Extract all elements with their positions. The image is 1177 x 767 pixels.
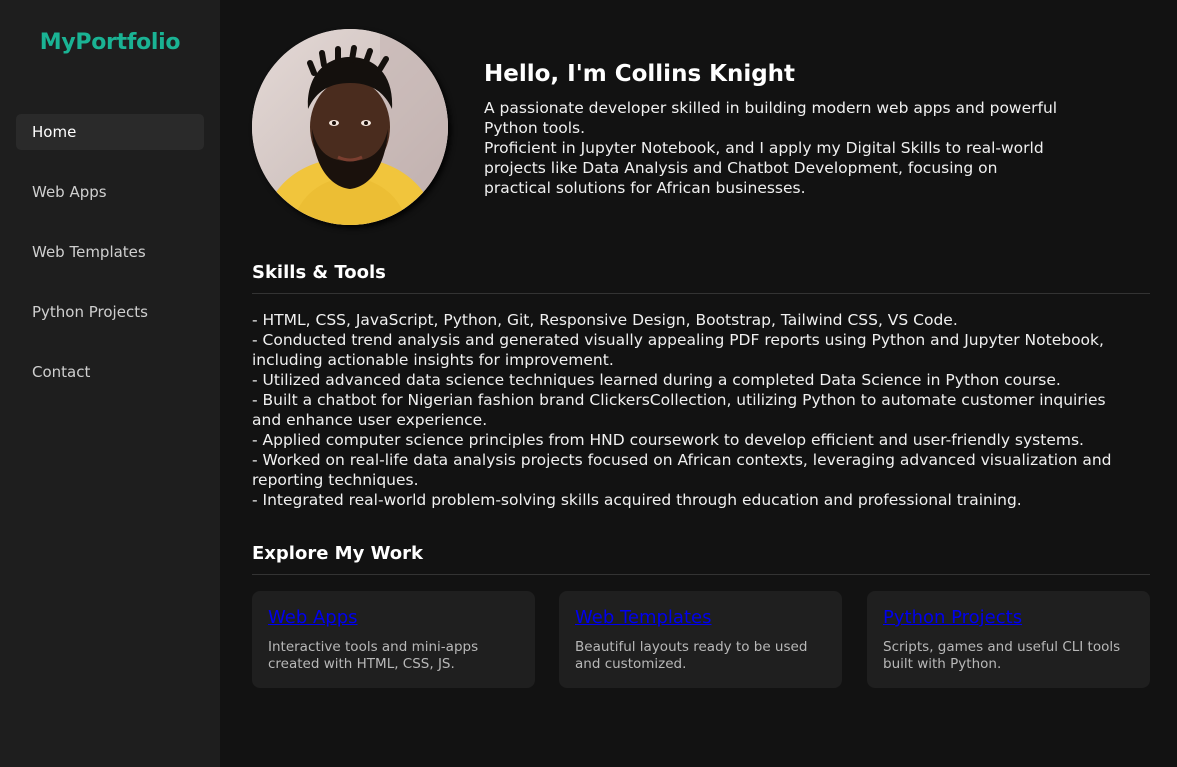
hero-title: Hello, I'm Collins Knight — [484, 61, 796, 87]
work-cards: Web Apps Interactive tools and mini-apps… — [252, 591, 1150, 688]
sidebar: MyPortfolio Home Web Apps Web Templates … — [0, 0, 220, 767]
card-web-templates-desc: Beautiful layouts ready to be used and c… — [575, 639, 808, 672]
card-web-apps[interactable]: Web Apps Interactive tools and mini-apps… — [252, 591, 535, 688]
profile-photo — [252, 29, 448, 225]
card-web-apps-desc: Interactive tools and mini-apps created … — [268, 639, 479, 672]
skill-item: - Integrated real-world problem-solving … — [252, 491, 1022, 509]
sidebar-nav: Home Web Apps Web Templates Python Proje… — [16, 114, 204, 414]
hero-intro-line-2: Proficient in Jupyter Notebook, and I ap… — [484, 139, 1044, 197]
skill-item: - Applied computer science principles fr… — [252, 431, 1084, 449]
hero-intro: A passionate developer skilled in buildi… — [484, 98, 1064, 198]
explore-heading: Explore My Work — [252, 543, 424, 564]
skill-item: - Worked on real-life data analysis proj… — [252, 451, 1112, 489]
main-content: Hello, I'm Collins Knight A passionate d… — [220, 0, 1177, 767]
skills-divider — [252, 293, 1150, 294]
skill-item: - Conducted trend analysis and generated… — [252, 331, 1104, 369]
nav-item-contact[interactable]: Contact — [16, 354, 204, 390]
profile-avatar — [252, 29, 448, 225]
card-web-apps-link[interactable]: Web Apps — [268, 607, 519, 629]
skill-item: - HTML, CSS, JavaScript, Python, Git, Re… — [252, 311, 958, 329]
card-python-projects-desc: Scripts, games and useful CLI tools buil… — [883, 639, 1121, 672]
card-web-templates-link[interactable]: Web Templates — [575, 607, 826, 629]
brand-logo[interactable]: MyPortfolio — [0, 30, 220, 55]
skills-heading: Skills & Tools — [252, 262, 386, 283]
explore-divider — [252, 574, 1150, 575]
card-python-projects[interactable]: Python Projects Scripts, games and usefu… — [867, 591, 1150, 688]
nav-item-web-apps[interactable]: Web Apps — [16, 174, 204, 210]
nav-item-python-projects[interactable]: Python Projects — [16, 294, 204, 330]
nav-item-home[interactable]: Home — [16, 114, 204, 150]
hero-intro-line-1: A passionate developer skilled in buildi… — [484, 99, 1058, 137]
card-python-projects-link[interactable]: Python Projects — [883, 607, 1134, 629]
skills-list: - HTML, CSS, JavaScript, Python, Git, Re… — [252, 310, 1132, 510]
nav-item-web-templates[interactable]: Web Templates — [16, 234, 204, 270]
card-web-templates[interactable]: Web Templates Beautiful layouts ready to… — [559, 591, 842, 688]
skill-item: - Built a chatbot for Nigerian fashion b… — [252, 391, 1106, 429]
skill-item: - Utilized advanced data science techniq… — [252, 371, 1061, 389]
